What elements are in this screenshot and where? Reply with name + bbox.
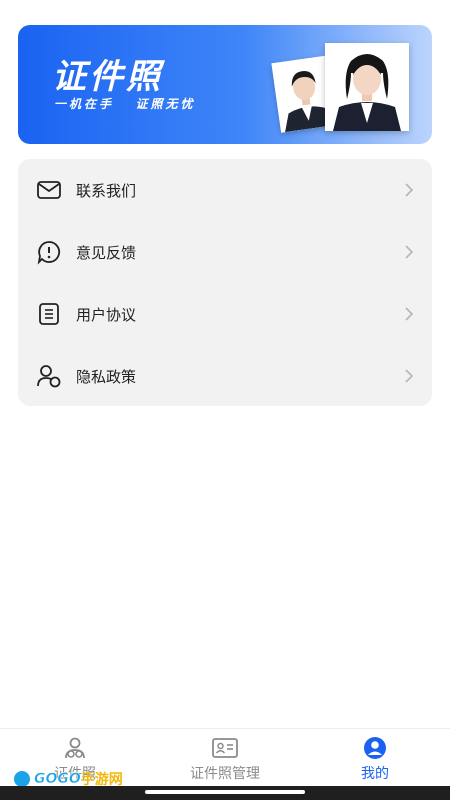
settings-menu: 联系我们 意见反馈 用户协议 隐私政策 [18,159,432,406]
menu-item-label: 联系我们 [76,181,137,200]
id-photo-banner[interactable]: 证件照 一机在手 证照无忧 [18,25,432,144]
banner-title: 证件照 [52,57,163,97]
privacy-icon [36,363,62,389]
system-navigation-bar [0,786,450,800]
tab-mine[interactable]: 我的 [300,729,450,787]
home-indicator[interactable] [145,790,305,794]
mail-icon [36,177,62,203]
tab-label: 证件照管理 [190,766,260,782]
tab-label: 我的 [361,766,389,782]
id-photo-icon [62,736,88,760]
menu-item-user-agreement[interactable]: 用户协议 [18,283,432,345]
watermark-brand: GOGO [34,771,81,788]
banner-subtitle: 一机在手 证照无忧 [54,97,196,111]
tab-id-photo-management[interactable]: 证件照管理 [150,729,300,787]
sample-photo-female [325,43,409,131]
document-icon [36,301,62,327]
menu-item-label: 用户协议 [76,305,137,324]
menu-item-label: 意见反馈 [76,243,137,262]
chevron-right-icon [404,307,414,321]
menu-item-contact-us[interactable]: 联系我们 [18,159,432,221]
profile-page: 证件照 一机在手 证照无忧 联系我们 意见反馈 用户协议 隐私政策 证件照 证件… [0,0,450,800]
menu-item-feedback[interactable]: 意见反馈 [18,221,432,283]
chevron-right-icon [404,245,414,259]
menu-item-label: 隐私政策 [76,367,137,386]
profile-icon [362,736,388,760]
chevron-right-icon [404,183,414,197]
feedback-icon [36,239,62,265]
menu-item-privacy-policy[interactable]: 隐私政策 [18,345,432,407]
chevron-right-icon [404,369,414,383]
id-card-icon [212,736,238,760]
